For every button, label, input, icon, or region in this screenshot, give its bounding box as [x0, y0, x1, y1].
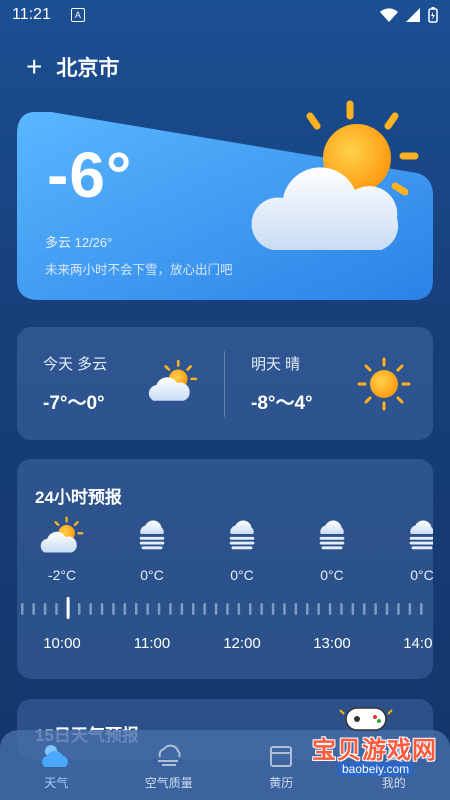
precipitation-tip: 未来两小时不会下雪，放心出门吧 — [45, 263, 233, 277]
hour-temp: 0°C — [140, 567, 164, 583]
city-name: 北京市 — [56, 57, 120, 80]
hour-temp: 0°C — [230, 567, 254, 583]
sunny-icon — [357, 357, 411, 411]
snow-cloud-icon — [403, 515, 433, 553]
timeline-tick — [306, 603, 309, 615]
today-tomorrow-card[interactable]: 今天 多云 -7°～0° 明天 晴 -8°～4° — [17, 327, 433, 440]
hour-time: 10:00 — [43, 635, 81, 652]
snow-cloud-icon — [313, 515, 351, 553]
timeline-tick — [363, 603, 366, 615]
timeline-tick — [192, 603, 195, 615]
timeline-tick — [203, 603, 206, 615]
hour-temp: 0°C — [410, 567, 433, 583]
timeline-tick — [294, 603, 298, 615]
timeline-tick — [100, 603, 104, 615]
hour-item[interactable]: 0°C 14:00 — [377, 459, 433, 679]
city-header[interactable]: + 北京市 — [26, 52, 119, 82]
timeline-tick — [260, 603, 263, 615]
timeline-tick — [271, 603, 275, 615]
today-temp-range: -7°～0° — [43, 393, 105, 414]
wifi-icon — [380, 8, 398, 22]
timeline-tick — [135, 603, 138, 615]
tomorrow-section: 明天 晴 -8°～4° — [251, 353, 313, 415]
watermark-text: 宝贝游戏网 — [312, 736, 437, 764]
status-bar: 11:21 A — [0, 0, 450, 30]
timeline-tick — [340, 603, 343, 615]
current-weather-card[interactable]: -6° 多云 12/26° 未来两小时不会下雪，放心出门吧 — [17, 100, 433, 300]
wind-cloud-icon — [157, 744, 181, 766]
timeline-tick — [112, 603, 115, 615]
hour-item[interactable]: 0°C 12:00 — [197, 459, 287, 679]
hour-item[interactable]: 0°C 11:00 — [107, 459, 197, 679]
timeline-tick — [408, 603, 412, 615]
today-section: 今天 多云 -7°～0° — [43, 353, 107, 415]
timeline-tick — [89, 603, 92, 615]
hour-item[interactable]: 0°C 13:00 — [287, 459, 377, 679]
battery-icon — [428, 7, 438, 23]
timeline-tick — [169, 603, 172, 615]
timeline-tick — [55, 603, 58, 615]
timeline-tick — [214, 603, 218, 615]
nav-item-air-quality[interactable]: 空气质量 — [119, 742, 219, 791]
hour-time: 11:00 — [133, 635, 171, 652]
hour-temp: -2°C — [47, 567, 77, 583]
timeline-tick — [43, 603, 47, 615]
timeline-tick — [351, 603, 355, 615]
timeline-tick — [66, 597, 70, 619]
partly-cloudy-icon — [147, 357, 199, 407]
tomorrow-label: 明天 晴 — [251, 356, 301, 373]
nav-label: 黄历 — [269, 776, 294, 790]
timeline-tick — [32, 603, 35, 615]
nav-item-weather[interactable]: 天气 — [6, 742, 106, 791]
divider — [224, 351, 225, 417]
watermark-url: baobeiy.com — [338, 762, 414, 776]
tomorrow-temp-range: -8°～4° — [251, 393, 313, 414]
timeline-tick — [328, 603, 332, 615]
add-city-icon[interactable]: + — [26, 53, 42, 81]
nav-label: 天气 — [44, 776, 69, 790]
hour-time: 12:00 — [223, 635, 261, 652]
hourly-forecast-card[interactable]: 24小时预报 -2°C 10:00 0°C 11:00 0°C 12:00 0°… — [17, 459, 433, 679]
status-time: 11:21 — [12, 6, 51, 23]
timeline-tick — [123, 603, 127, 615]
timeline-tick — [249, 603, 252, 615]
timeline-tick — [317, 603, 320, 615]
watermark: 宝贝游戏网 baobeiy.com — [296, 700, 446, 782]
hour-item[interactable]: -2°C 10:00 — [17, 459, 107, 679]
partly-cloudy-large-icon — [251, 100, 419, 250]
calendar-icon — [270, 746, 293, 767]
timeline-tick — [226, 603, 229, 615]
timeline-tick — [397, 603, 400, 615]
timeline-tick — [374, 603, 377, 615]
timeline-tick — [146, 603, 149, 615]
timeline-tick — [21, 603, 24, 615]
condition-summary: 多云 12/26° — [45, 235, 113, 250]
partly-cloudy-icon — [39, 515, 85, 557]
notification-icon: A — [70, 8, 85, 22]
snow-cloud-icon — [133, 515, 171, 553]
cloud-icon — [42, 745, 69, 767]
timeline-tick — [237, 603, 241, 615]
snow-cloud-icon — [223, 515, 261, 553]
signal-icon — [406, 8, 420, 22]
timeline-ticks[interactable] — [17, 595, 433, 625]
nav-label: 空气质量 — [144, 776, 193, 790]
timeline-tick — [420, 603, 423, 615]
timeline-tick — [180, 603, 184, 615]
today-label: 今天 多云 — [43, 356, 108, 373]
hour-time: 13:00 — [313, 635, 351, 652]
timeline-tick — [78, 603, 81, 615]
current-temperature: -6° — [47, 139, 133, 211]
timeline-tick — [157, 603, 161, 615]
timeline-tick — [283, 603, 286, 615]
hour-temp: 0°C — [320, 567, 344, 583]
hour-time: 14:00 — [403, 635, 433, 652]
timeline-tick — [385, 603, 389, 615]
